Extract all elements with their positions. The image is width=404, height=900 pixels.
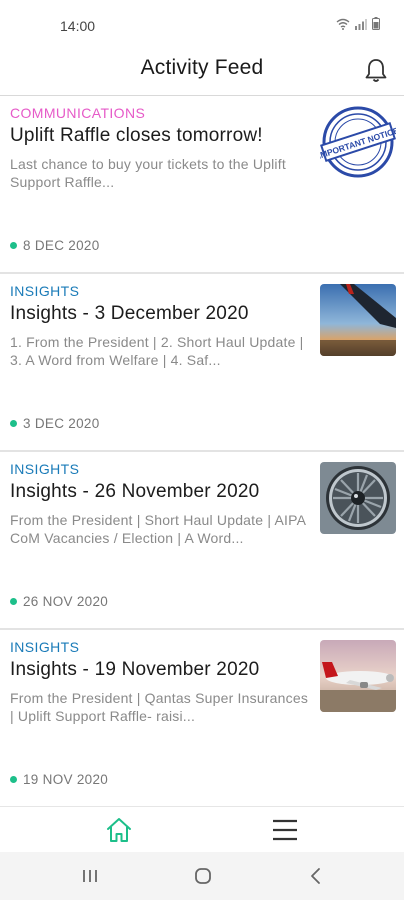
feed-card[interactable]: INSIGHTS Insights - 19 November 2020 Fro…	[0, 630, 404, 808]
unread-dot	[10, 598, 17, 605]
wifi-icon	[336, 18, 350, 30]
feed-card-excerpt: From the President | Qantas Super Insura…	[10, 690, 309, 724]
feed-card-excerpt: From the President | Short Haul Update |…	[10, 512, 306, 546]
feed-card-category: INSIGHTS	[10, 461, 80, 477]
status-time: 14:00	[60, 18, 96, 34]
system-navigation-bar	[0, 852, 404, 900]
important-notice-stamp-image: IMPORTANT NOTICE	[320, 106, 396, 178]
status-bar: 14:00	[0, 0, 404, 50]
feed-card[interactable]: INSIGHTS Insights - 3 December 2020 1. F…	[0, 274, 404, 452]
bottom-nav	[0, 806, 404, 852]
feed-card-title: Insights - 26 November 2020	[10, 481, 260, 502]
battery-icon	[372, 17, 380, 30]
app-header: Activity Feed	[0, 50, 404, 96]
page-title: Activity Feed	[140, 56, 264, 79]
unread-dot	[10, 420, 17, 427]
status-icons	[336, 17, 380, 30]
feed-card-category: INSIGHTS	[10, 639, 80, 655]
home-icon[interactable]	[104, 815, 134, 845]
feed-card-date-row: 26 NOV 2020	[10, 594, 108, 609]
feed-card-date: 26 NOV 2020	[23, 594, 109, 609]
signal-icon	[355, 19, 367, 30]
back-icon[interactable]	[308, 867, 324, 885]
recent-apps-icon[interactable]	[82, 868, 98, 884]
feed-card-title: Uplift Raffle closes tomorrow!	[10, 125, 263, 146]
feed-card-category: INSIGHTS	[10, 283, 80, 299]
feed-card-date: 3 DEC 2020	[23, 416, 100, 431]
feed-card-date-row: 3 DEC 2020	[10, 416, 100, 431]
feed-card-category: COMMUNICATIONS	[10, 105, 146, 121]
feed-card-date: 8 DEC 2020	[23, 238, 100, 253]
feed-card-title: Insights - 3 December 2020	[10, 303, 249, 324]
airplane-wing-image	[320, 284, 396, 356]
jet-engine-image	[320, 462, 396, 534]
feed-card-date: 19 NOV 2020	[23, 772, 109, 787]
unread-dot	[10, 242, 17, 249]
feed-card[interactable]: INSIGHTS Insights - 26 November 2020 Fro…	[0, 452, 404, 630]
unread-dot	[10, 776, 17, 783]
system-home-icon[interactable]	[194, 867, 212, 885]
feed-card[interactable]: COMMUNICATIONS Uplift Raffle closes tomo…	[0, 96, 404, 274]
activity-feed-list: COMMUNICATIONS Uplift Raffle closes tomo…	[0, 96, 404, 808]
feed-card-date-row: 19 NOV 2020	[10, 772, 108, 787]
feed-card-date-row: 8 DEC 2020	[10, 238, 100, 253]
feed-card-title: Insights - 19 November 2020	[10, 659, 260, 680]
menu-icon[interactable]	[270, 817, 300, 843]
feed-card-excerpt: Last chance to buy your tickets to the U…	[10, 156, 286, 190]
feed-card-excerpt: 1. From the President | 2. Short Haul Up…	[10, 334, 304, 368]
parked-aircraft-image	[320, 640, 396, 712]
notifications-bell-icon[interactable]	[364, 58, 388, 84]
